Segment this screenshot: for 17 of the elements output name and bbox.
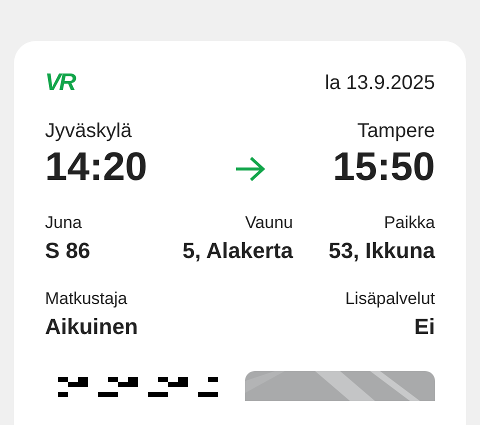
travel-date: la 13.9.2025 xyxy=(324,71,435,96)
arrival-time: 15:50 xyxy=(332,144,435,191)
detail-value: 53, Ikkuna xyxy=(328,237,435,265)
arrow-icon xyxy=(234,155,266,183)
logo: VR xyxy=(45,71,74,95)
extras-label: Lisäpalvelut xyxy=(345,288,435,310)
detail-value: S 86 xyxy=(45,237,90,265)
detail-value: 5, Alakerta xyxy=(182,237,293,265)
detail-label: Vaunu xyxy=(245,212,293,234)
departure-time: 14:20 xyxy=(45,144,148,191)
arrival-station: Tampere xyxy=(357,119,435,143)
detail-label: Juna xyxy=(45,212,82,234)
extras-value: Ei xyxy=(414,313,435,341)
passenger-value: Aikuinen xyxy=(45,313,138,341)
passenger-label: Matkustaja xyxy=(45,288,128,310)
departure-station: Jyväskylä xyxy=(45,119,133,143)
detail-label: Paikka xyxy=(384,212,435,234)
